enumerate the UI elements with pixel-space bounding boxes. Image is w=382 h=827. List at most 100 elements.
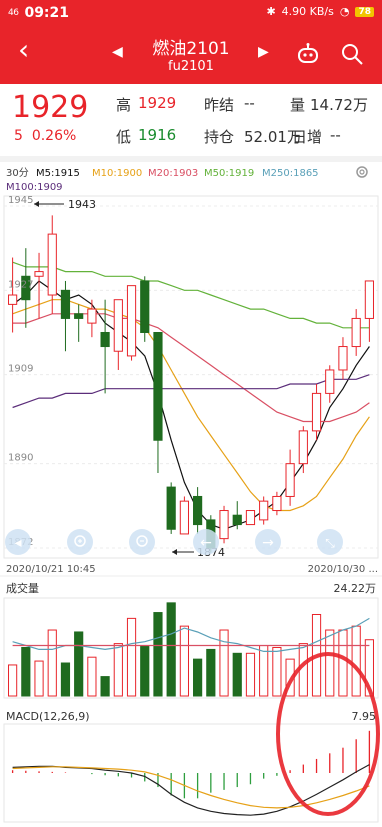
candle bbox=[87, 299, 97, 338]
candle-body bbox=[8, 294, 18, 305]
fullscreen-icon[interactable]: ⤡ bbox=[317, 529, 343, 555]
candle bbox=[298, 426, 308, 474]
kline-chart[interactable]: 30分 M5:1915 M10:1900 M20:1903 M50:1919 M… bbox=[0, 162, 382, 827]
next-contract-icon[interactable]: ▶ bbox=[258, 44, 269, 60]
volume-bar bbox=[8, 664, 18, 697]
wifi-icon: ◔ bbox=[339, 5, 350, 18]
candle-body bbox=[351, 317, 361, 348]
candle bbox=[153, 331, 163, 474]
candle-body bbox=[179, 500, 189, 535]
contract-code: fu2101 bbox=[168, 59, 214, 74]
volume-bar bbox=[100, 676, 110, 697]
candle bbox=[285, 449, 295, 506]
candle bbox=[364, 280, 374, 342]
kline-frame bbox=[3, 195, 379, 559]
candle-body bbox=[232, 514, 242, 526]
net-speed: 4.90 KB/s bbox=[281, 5, 334, 18]
candle bbox=[259, 496, 269, 525]
candle bbox=[232, 501, 242, 530]
candle bbox=[166, 482, 176, 534]
title-bar: ‹ ◀ 燃油2101 fu2101 ▶ bbox=[0, 26, 382, 84]
candle bbox=[8, 257, 18, 333]
volume-bar bbox=[60, 662, 71, 697]
candle bbox=[219, 505, 229, 544]
candle bbox=[325, 365, 335, 403]
volume-bar bbox=[245, 652, 256, 697]
max-marker: 1943 bbox=[34, 198, 96, 211]
zoom-in-icon[interactable] bbox=[67, 529, 93, 555]
candle bbox=[179, 496, 189, 535]
prev-settle-label: 昨结 bbox=[204, 96, 235, 114]
candle-body bbox=[311, 392, 322, 432]
ma-legend: 30分 M5:1915 M10:1900 M20:1903 M50:1919 M… bbox=[6, 167, 319, 193]
candle bbox=[74, 304, 84, 342]
volume-bar bbox=[259, 645, 269, 697]
scroll-left-icon[interactable]: ← bbox=[193, 529, 219, 555]
volume-bar bbox=[351, 625, 361, 697]
high-label: 高 bbox=[116, 96, 132, 114]
volume-bar bbox=[325, 629, 335, 697]
period-label: 30分 bbox=[6, 167, 29, 179]
svg-text:→: → bbox=[262, 535, 274, 551]
candle-body bbox=[245, 510, 256, 526]
volume-bar bbox=[34, 660, 44, 697]
search-icon[interactable] bbox=[340, 42, 364, 66]
candle-body bbox=[87, 308, 97, 324]
svg-text:←: ← bbox=[200, 535, 212, 551]
volume-label: 量 bbox=[290, 96, 306, 114]
volume-bar bbox=[193, 658, 203, 697]
candle bbox=[193, 487, 203, 534]
scroll-right-icon[interactable]: → bbox=[255, 529, 281, 555]
candle-body bbox=[338, 346, 348, 371]
candle-body bbox=[364, 280, 374, 319]
macd-dif-line bbox=[12, 764, 370, 816]
y-tick-label: 1945 bbox=[8, 195, 33, 206]
robot-icon[interactable] bbox=[296, 42, 320, 66]
volume-bar bbox=[166, 602, 176, 697]
volume-bar bbox=[338, 629, 348, 697]
volume-max-label: 24.22万 bbox=[334, 582, 377, 595]
daily-change-value: -- bbox=[330, 126, 341, 144]
candle-body bbox=[325, 369, 335, 394]
candle-body bbox=[285, 463, 295, 497]
volume-frame bbox=[3, 597, 379, 699]
signal-indicator: 46 bbox=[8, 8, 19, 18]
open-interest-label: 持仓 bbox=[204, 128, 235, 146]
volume-bars bbox=[8, 602, 374, 697]
volume-bar bbox=[74, 631, 84, 697]
macd-lines bbox=[12, 764, 370, 816]
battery-icon: 78 bbox=[355, 6, 374, 17]
candle-body bbox=[166, 486, 176, 530]
macd-dea-line bbox=[12, 766, 370, 809]
legend-m100: M100:1909 bbox=[6, 182, 63, 193]
zoom-in-button[interactable]: ◂ bbox=[5, 529, 31, 555]
x-end-label: 2020/10/30 ... bbox=[308, 564, 378, 575]
candle-body bbox=[219, 510, 229, 540]
volume-bar bbox=[126, 617, 137, 697]
volume-bar bbox=[21, 646, 31, 697]
svg-text:⤡: ⤡ bbox=[325, 536, 335, 550]
candle-body bbox=[272, 495, 282, 512]
legend-m5: M5:1915 bbox=[36, 168, 80, 179]
low-label: 低 bbox=[116, 128, 132, 146]
volume-bar bbox=[87, 656, 97, 697]
candle bbox=[140, 276, 150, 342]
settings-icon[interactable] bbox=[356, 166, 368, 178]
x-start-label: 2020/10/21 10:45 bbox=[6, 564, 96, 575]
volume-bar bbox=[153, 612, 163, 697]
candle bbox=[47, 215, 57, 314]
volume-bar bbox=[206, 648, 216, 697]
candle bbox=[245, 510, 256, 526]
candle bbox=[272, 491, 282, 516]
daily-change-label: 日增 bbox=[292, 128, 323, 146]
candle-body bbox=[34, 271, 44, 277]
prev-settle-value: -- bbox=[244, 94, 255, 112]
zoom-out-icon[interactable] bbox=[129, 529, 155, 555]
candle bbox=[351, 309, 361, 356]
quote-panel: 1929 5 0.26% 高 1929 低 1916 昨结 -- 持仓 52.0… bbox=[0, 84, 382, 156]
candle-body bbox=[140, 280, 150, 333]
legend-m20: M20:1903 bbox=[148, 168, 198, 179]
contract-name: 燃油2101 bbox=[152, 39, 230, 59]
candle bbox=[126, 285, 137, 361]
status-bar: 46 09:21 ✱ 4.90 KB/s ◔ 78 bbox=[0, 0, 382, 26]
